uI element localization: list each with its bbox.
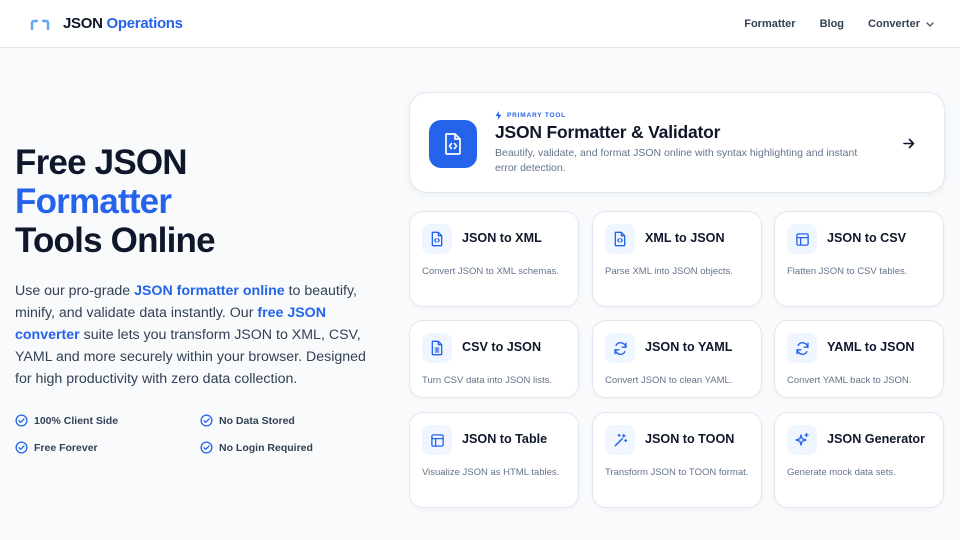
feature-no-data-stored: No Data Stored bbox=[200, 414, 295, 427]
tool-card-csv-to-json[interactable]: CSV to JSON Turn CSV data into JSON list… bbox=[409, 320, 579, 398]
tool-title: YAML to JSON bbox=[827, 340, 915, 354]
tool-card-json-to-yaml[interactable]: JSON to YAML Convert JSON to clean YAML. bbox=[592, 320, 762, 398]
refresh-icon bbox=[605, 333, 635, 363]
nav-converter-dropdown[interactable]: Converter bbox=[868, 18, 934, 30]
logo-link[interactable]: JSON Operations bbox=[30, 10, 183, 38]
tool-description: Convert JSON to XML schemas. bbox=[422, 266, 559, 277]
main-nav: Formatter Blog Converter bbox=[720, 0, 934, 48]
tool-card-json-to-csv[interactable]: JSON to CSV Flatten JSON to CSV tables. bbox=[774, 211, 944, 307]
tool-description: Visualize JSON as HTML tables. bbox=[422, 467, 560, 478]
tool-card-xml-to-json[interactable]: XML to JSON Parse XML into JSON objects. bbox=[592, 211, 762, 307]
hero-title-line-1: Free JSON bbox=[15, 143, 188, 182]
chevron-down-icon bbox=[926, 21, 934, 27]
nav-converter-label: Converter bbox=[868, 18, 920, 30]
tool-card-yaml-to-json[interactable]: YAML to JSON Convert YAML back to JSON. bbox=[774, 320, 944, 398]
check-circle-icon bbox=[200, 414, 213, 427]
tool-title: JSON to CSV bbox=[827, 231, 907, 245]
tool-title: JSON Generator bbox=[827, 432, 925, 446]
tool-card-json-generator[interactable]: JSON Generator Generate mock data sets. bbox=[774, 412, 944, 508]
feature-no-login: No Login Required bbox=[200, 441, 313, 454]
tool-description: Generate mock data sets. bbox=[787, 467, 896, 478]
nav-blog[interactable]: Blog bbox=[820, 18, 844, 30]
lightning-icon bbox=[495, 111, 502, 120]
magic-wand-icon bbox=[605, 425, 635, 455]
json-formatter-link[interactable]: JSON formatter online bbox=[134, 283, 285, 299]
code-file-icon bbox=[429, 120, 477, 168]
tool-title: XML to JSON bbox=[645, 231, 725, 245]
tool-title: JSON to XML bbox=[462, 231, 542, 245]
nav-formatter[interactable]: Formatter bbox=[744, 18, 795, 30]
primary-tool-description: Beautify, validate, and format JSON onli… bbox=[495, 147, 858, 174]
hero-title: Free JSON Formatter Tools Online bbox=[15, 143, 216, 260]
tool-card-json-to-toon[interactable]: JSON to TOON Transform JSON to TOON form… bbox=[592, 412, 762, 508]
check-circle-icon bbox=[15, 414, 28, 427]
table-icon bbox=[422, 425, 452, 455]
check-circle-icon bbox=[15, 441, 28, 454]
spreadsheet-file-icon bbox=[422, 333, 452, 363]
code-file-icon bbox=[422, 224, 452, 254]
feature-label: No Data Stored bbox=[219, 414, 295, 427]
primary-tool-tag-label: PRIMARY TOOL bbox=[507, 112, 566, 119]
primary-tool-card[interactable]: PRIMARY TOOL JSON Formatter & Validator … bbox=[409, 92, 945, 193]
tool-description: Transform JSON to TOON format. bbox=[605, 467, 749, 478]
refresh-icon bbox=[787, 333, 817, 363]
primary-tool-tag: PRIMARY TOOL bbox=[495, 111, 566, 120]
tool-description: Turn CSV data into JSON lists. bbox=[422, 375, 553, 386]
hero-description: Use our pro-grade JSON formatter online … bbox=[15, 283, 366, 387]
tool-description: Flatten JSON to CSV tables. bbox=[787, 266, 908, 277]
tool-description: Convert JSON to clean YAML. bbox=[605, 375, 733, 386]
hero-title-line-2: Formatter bbox=[15, 182, 172, 221]
feature-client-side: 100% Client Side bbox=[15, 414, 118, 427]
sparkles-icon bbox=[787, 425, 817, 455]
feature-label: No Login Required bbox=[219, 441, 313, 454]
tool-title: CSV to JSON bbox=[462, 340, 542, 354]
feature-label: Free Forever bbox=[34, 441, 98, 454]
tool-card-json-to-xml[interactable]: JSON to XML Convert JSON to XML schemas. bbox=[409, 211, 579, 307]
check-circle-icon bbox=[200, 441, 213, 454]
tool-title: JSON to YAML bbox=[645, 340, 733, 354]
logo-text: JSON Operations bbox=[63, 15, 183, 32]
code-file-icon bbox=[605, 224, 635, 254]
primary-tool-title: JSON Formatter & Validator bbox=[495, 122, 721, 142]
site-header: JSON Operations Formatter Blog Converter bbox=[0, 0, 960, 48]
tool-title: JSON to Table bbox=[462, 432, 548, 446]
hero-title-line-3: Tools Online bbox=[15, 221, 216, 260]
feature-label: 100% Client Side bbox=[34, 414, 119, 427]
tool-title: JSON to TOON bbox=[645, 432, 735, 446]
tool-description: Convert YAML back to JSON. bbox=[787, 375, 912, 386]
logo-icon bbox=[30, 18, 50, 31]
feature-free-forever: Free Forever bbox=[15, 441, 98, 454]
table-icon bbox=[787, 224, 817, 254]
arrow-right-icon bbox=[896, 130, 922, 156]
tool-description: Parse XML into JSON objects. bbox=[605, 266, 733, 277]
tool-card-json-to-table[interactable]: JSON to Table Visualize JSON as HTML tab… bbox=[409, 412, 579, 508]
